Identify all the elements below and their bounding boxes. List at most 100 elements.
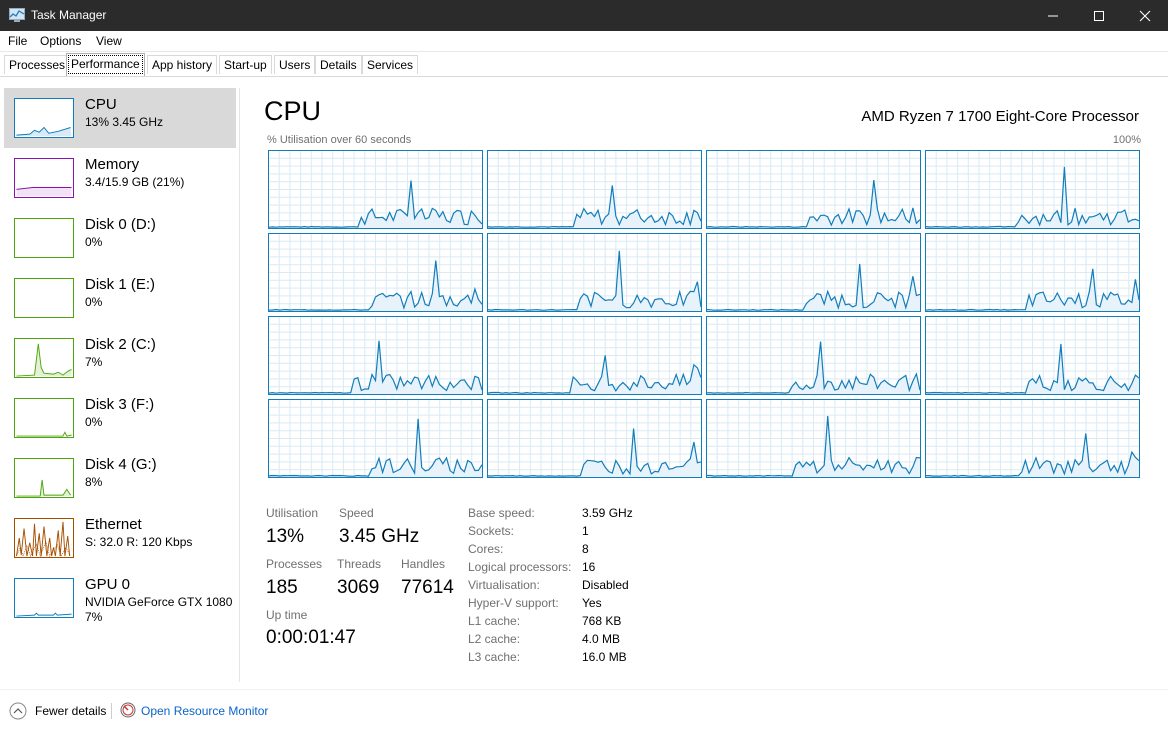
disk-2-thumbnail-graph xyxy=(14,338,74,378)
spec-label: Base speed: xyxy=(468,506,535,520)
tab-start-up[interactable]: Start-up xyxy=(219,55,272,74)
spec-value: 4.0 MB xyxy=(582,632,621,646)
sidebar-item-disk-2[interactable]: Disk 2 (C:) 7% xyxy=(4,328,236,388)
minimize-button[interactable] xyxy=(1030,0,1076,31)
sidebar-subtitle: S: 32.0 R: 120 Kbps xyxy=(85,535,193,549)
sidebar-subtitle: 0% xyxy=(85,295,103,309)
sidebar-title: GPU 0 xyxy=(85,576,131,593)
tab-users[interactable]: Users xyxy=(274,55,316,74)
graph-max-label: 100% xyxy=(1112,134,1141,146)
sidebar-subtitle-2: 7% xyxy=(85,610,103,624)
core-graph xyxy=(268,399,483,478)
sidebar-title: Disk 3 (F:) xyxy=(85,396,155,413)
spec-value: 3.59 GHz xyxy=(582,506,633,520)
close-icon xyxy=(1139,10,1151,22)
core-graph xyxy=(925,150,1140,229)
gpu-0-thumbnail-graph xyxy=(14,578,74,618)
handles-value: 77614 xyxy=(401,577,454,598)
utilisation-label: Utilisation xyxy=(266,506,319,520)
core-graph xyxy=(487,233,702,312)
open-resource-monitor-link[interactable]: Open Resource Monitor xyxy=(141,704,268,718)
tab-services[interactable]: Services xyxy=(362,55,419,74)
sidebar-title: Ethernet xyxy=(85,516,142,533)
maximize-button[interactable] xyxy=(1076,0,1122,31)
spec-label: L1 cache: xyxy=(468,614,521,628)
sidebar-subtitle: 3.4/15.9 GB (21%) xyxy=(85,175,185,189)
spec-value: Yes xyxy=(582,596,602,610)
resource-list: CPU 13% 3.45 GHz Memory 3.4/15.9 GB (21%… xyxy=(4,88,237,688)
sidebar-divider xyxy=(239,88,240,682)
sidebar-subtitle: 0% xyxy=(85,235,103,249)
core-graph xyxy=(268,233,483,312)
core-graph xyxy=(268,316,483,395)
sidebar-item-cpu[interactable]: CPU 13% 3.45 GHz xyxy=(4,88,236,148)
tab-details[interactable]: Details xyxy=(315,55,362,74)
cpu-thumbnail-graph xyxy=(14,98,74,138)
sidebar-item-gpu-0[interactable]: GPU 0 NVIDIA GeForce GTX 1080 7% xyxy=(4,568,236,628)
sidebar-item-disk-3[interactable]: Disk 3 (F:) 0% xyxy=(4,388,236,448)
sidebar-item-disk-4[interactable]: Disk 4 (G:) 8% xyxy=(4,448,236,508)
uptime-label: Up time xyxy=(266,608,308,622)
core-graph xyxy=(706,316,921,395)
core-graph xyxy=(925,399,1140,478)
logical-processor-graphs xyxy=(268,150,1140,478)
disk-0-thumbnail-graph xyxy=(14,218,74,258)
tab-strip: Processes Performance App history Start-… xyxy=(0,52,1168,77)
sidebar-title: CPU xyxy=(85,96,117,113)
utilisation-value: 13% xyxy=(266,526,305,547)
menu-options[interactable]: Options xyxy=(40,34,81,48)
spec-label: Cores: xyxy=(468,542,504,556)
graph-caption: % Utilisation over 60 seconds xyxy=(267,134,412,146)
memory-thumbnail-graph xyxy=(14,158,74,198)
sidebar-subtitle: 0% xyxy=(85,415,103,429)
tab-app-history[interactable]: App history xyxy=(147,55,218,74)
page-title: CPU xyxy=(264,96,322,126)
sidebar-title: Disk 1 (E:) xyxy=(85,276,156,293)
sidebar-subtitle: NVIDIA GeForce GTX 1080 xyxy=(85,595,233,609)
tab-performance[interactable]: Performance xyxy=(66,53,145,76)
menu-view[interactable]: View xyxy=(96,34,122,48)
sidebar-item-memory[interactable]: Memory 3.4/15.9 GB (21%) xyxy=(4,148,236,208)
ethernet-thumbnail-graph xyxy=(14,518,74,558)
sidebar-title: Disk 2 (C:) xyxy=(85,336,156,353)
core-graph xyxy=(487,150,702,229)
sidebar-item-disk-0[interactable]: Disk 0 (D:) 0% xyxy=(4,208,236,268)
disk-4-thumbnail-graph xyxy=(14,458,74,498)
tab-processes[interactable]: Processes xyxy=(4,55,71,74)
speed-value: 3.45 GHz xyxy=(339,526,420,547)
processes-value: 185 xyxy=(266,577,298,598)
menu-file[interactable]: File xyxy=(8,34,27,48)
window-title: Task Manager xyxy=(31,8,107,22)
spec-value: 1 xyxy=(582,524,589,538)
spec-label: Sockets: xyxy=(468,524,515,538)
spec-value: Disabled xyxy=(582,578,629,592)
spec-value: 8 xyxy=(582,542,589,556)
footer-divider xyxy=(111,703,112,719)
menu-bar: File Options View xyxy=(0,31,1168,52)
core-graph xyxy=(706,399,921,478)
spec-value: 16 xyxy=(582,560,596,574)
spec-label: L2 cache: xyxy=(468,632,521,646)
sidebar-title: Disk 0 (D:) xyxy=(85,216,156,233)
fewer-details-link[interactable]: Fewer details xyxy=(35,704,106,718)
spec-label: Hyper-V support: xyxy=(468,596,559,610)
spec-label: Virtualisation: xyxy=(468,578,540,592)
task-manager-icon xyxy=(9,8,25,22)
sidebar-item-disk-1[interactable]: Disk 1 (E:) 0% xyxy=(4,268,236,328)
core-graph xyxy=(268,150,483,229)
footer-separator xyxy=(0,689,1168,690)
spec-label: L3 cache: xyxy=(468,650,521,664)
resource-monitor-icon[interactable] xyxy=(120,702,136,718)
spec-label: Logical processors: xyxy=(468,560,572,574)
sidebar-subtitle: 13% 3.45 GHz xyxy=(85,115,164,129)
title-bar: Task Manager xyxy=(0,0,1168,31)
sidebar-subtitle: 7% xyxy=(85,355,103,369)
core-graph xyxy=(706,150,921,229)
close-button[interactable] xyxy=(1122,0,1168,31)
maximize-icon xyxy=(1094,11,1104,21)
disk-3-thumbnail-graph xyxy=(14,398,74,438)
sidebar-item-ethernet[interactable]: Ethernet S: 32.0 R: 120 Kbps xyxy=(4,508,236,568)
sidebar-title: Disk 4 (G:) xyxy=(85,456,157,473)
chevron-up-circle-icon[interactable] xyxy=(9,701,29,721)
sidebar-subtitle: 8% xyxy=(85,475,103,489)
